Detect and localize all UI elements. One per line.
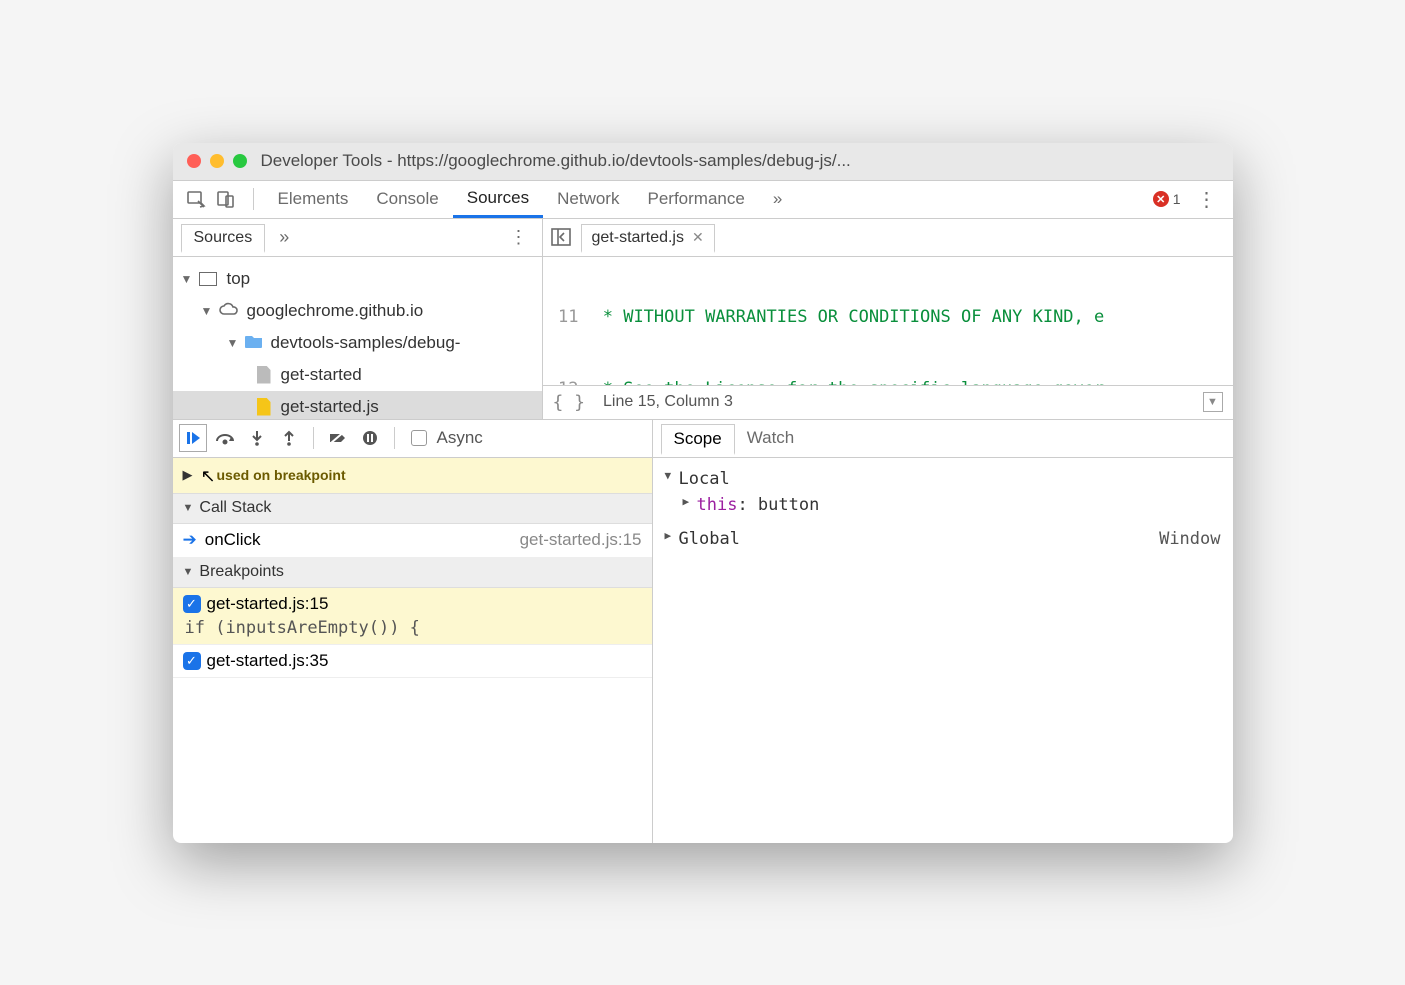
devtools-window: Developer Tools - https://googlechrome.g… [173,143,1233,843]
tree-file-js[interactable]: get-started.js [173,391,542,419]
tab-watch[interactable]: Watch [735,424,807,452]
async-label: Async [437,428,483,448]
tree-folder-label: devtools-samples/debug- [271,333,461,353]
deactivate-breakpoints-button[interactable] [324,424,352,452]
more-tabs-button[interactable]: » [759,180,796,218]
scope-local[interactable]: ▼Local [665,466,1221,492]
pause-on-exceptions-button[interactable] [356,424,384,452]
error-count-value: 1 [1173,191,1181,207]
error-icon: ✕ [1153,191,1169,207]
code-editor[interactable]: 11 * WITHOUT WARRANTIES OR CONDITIONS OF… [543,257,1233,419]
breakpoint-location: get-started.js:35 [207,651,329,671]
scope-global[interactable]: ▶GlobalWindow [665,526,1221,552]
tree-file-html[interactable]: get-started [173,359,542,391]
tree-domain[interactable]: ▼googlechrome.github.io [173,295,542,327]
call-stack-pane: ▶ ↖ used on breakpoint ▼Call Stack ➔ onC… [173,458,653,843]
code-content[interactable]: 11 * WITHOUT WARRANTIES OR CONDITIONS OF… [543,257,1233,385]
window-title: Developer Tools - https://googlechrome.g… [261,151,851,171]
inspect-element-icon[interactable] [183,186,209,212]
breakpoints-header[interactable]: ▼Breakpoints [173,558,652,588]
scope-pane: ▼Local ▶this: button ▶GlobalWindow [653,458,1233,843]
frame-location: get-started.js:15 [520,530,642,550]
breakpoint-item[interactable]: ✓ get-started.js:15 if (inputsAreEmpty())… [173,588,652,645]
debugger-toolbar: Async Scope Watch [173,419,1233,457]
close-window-button[interactable] [187,154,201,168]
cursor-position: Line 15, Column 3 [603,393,733,411]
call-stack-frame[interactable]: ➔ onClick get-started.js:15 [173,524,652,558]
editor-status-bar: { } Line 15, Column 3 ▼ [543,385,1233,419]
traffic-lights [187,154,247,168]
tree-folder[interactable]: ▼devtools-samples/debug- [173,327,542,359]
tab-sources[interactable]: Sources [453,180,543,218]
breakpoint-location: get-started.js:15 [207,594,329,614]
tab-network[interactable]: Network [543,180,633,218]
step-over-button[interactable] [211,424,239,452]
tree-frame-top[interactable]: ▼top [173,263,542,295]
step-into-button[interactable] [243,424,271,452]
close-tab-icon[interactable]: ✕ [692,229,704,246]
tree-file2-label: get-started.js [281,397,379,417]
scope-global-value: Window [1159,529,1220,549]
editor-toolbar: get-started.js ✕ [543,219,1233,256]
current-frame-icon: ➔ [183,530,197,550]
minimize-window-button[interactable] [210,154,224,168]
devtools-tabstrip: Elements Console Sources Network Perform… [173,181,1233,219]
navigator-more-button[interactable]: » [279,227,289,248]
paused-text: used on breakpoint [217,467,346,483]
breakpoint-checkbox[interactable]: ✓ [183,652,201,670]
toggle-navigator-icon[interactable] [551,228,571,246]
sources-main: ▼top ▼googlechrome.github.io ▼devtools-s… [173,257,1233,419]
breakpoint-item[interactable]: ✓ get-started.js:35 [173,645,652,678]
js-file-icon [257,398,271,416]
mouse-cursor-icon: ↖ [201,466,216,487]
step-out-button[interactable] [275,424,303,452]
maximize-window-button[interactable] [233,154,247,168]
async-checkbox[interactable] [411,430,427,446]
resume-button[interactable] [179,424,207,452]
breakpoint-code: if (inputsAreEmpty()) { [183,614,642,638]
scope-watch-tabs: Scope Watch [653,420,1233,457]
error-count[interactable]: ✕ 1 [1153,191,1181,207]
sources-toolbar: Sources » ⋮ get-started.js ✕ [173,219,1233,257]
pretty-print-icon[interactable]: { } [553,392,586,413]
debugger-controls: Async [173,420,653,457]
navigator-toolbar: Sources » ⋮ [173,219,543,256]
file-tree: ▼top ▼googlechrome.github.io ▼devtools-s… [173,257,543,419]
line-number[interactable]: 11 [543,305,587,329]
tree-file1-label: get-started [281,365,362,385]
call-stack-header[interactable]: ▼Call Stack [173,494,652,524]
debugger-panels: ▶ ↖ used on breakpoint ▼Call Stack ➔ onC… [173,457,1233,843]
tab-performance[interactable]: Performance [633,180,758,218]
navigator-tab-sources[interactable]: Sources [181,224,266,253]
editor-dropdown-icon[interactable]: ▼ [1203,392,1223,412]
line-number[interactable]: 12 [543,377,587,385]
tree-domain-label: googlechrome.github.io [247,301,424,321]
scope-this[interactable]: ▶this: button [665,492,1221,518]
folder-icon [245,333,263,353]
file-icon [257,366,271,384]
frame-icon [199,272,217,286]
separator [253,188,254,210]
window-titlebar: Developer Tools - https://googlechrome.g… [173,143,1233,181]
frame-function: onClick [205,530,261,550]
device-toolbar-icon[interactable] [213,186,239,212]
tab-scope[interactable]: Scope [661,424,735,455]
tree-top-label: top [227,269,251,289]
editor-file-tab[interactable]: get-started.js ✕ [581,224,715,253]
tab-elements[interactable]: Elements [264,180,363,218]
navigator-menu-icon[interactable]: ⋮ [504,227,534,248]
tab-console[interactable]: Console [362,180,452,218]
cloud-icon [219,301,239,321]
editor-file-name: get-started.js [592,229,684,247]
paused-status: ▶ ↖ used on breakpoint [173,458,652,494]
settings-menu-icon[interactable]: ⋮ [1191,187,1223,212]
breakpoint-checkbox[interactable]: ✓ [183,595,201,613]
